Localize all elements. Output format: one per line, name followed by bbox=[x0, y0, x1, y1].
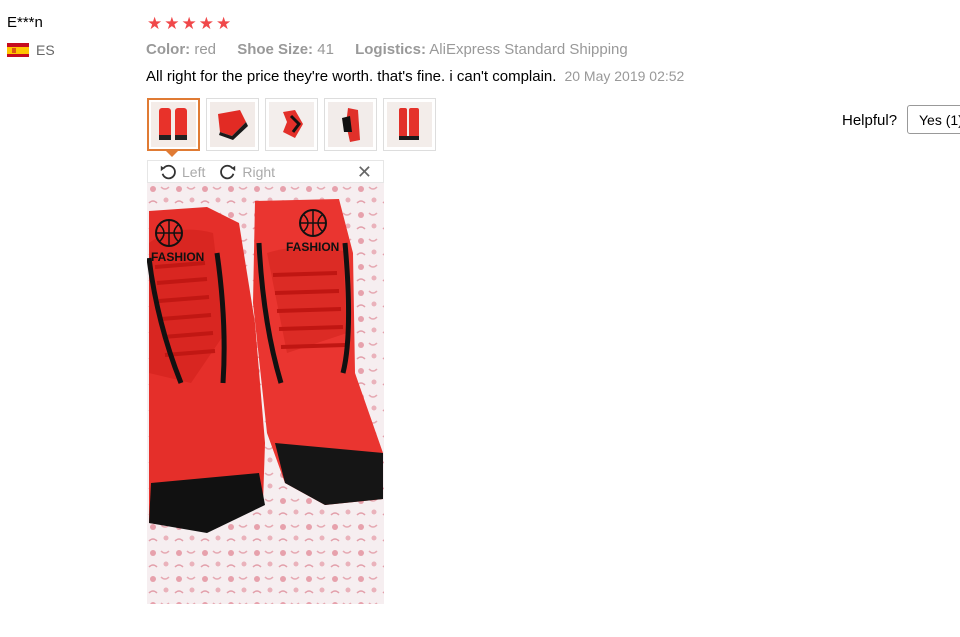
country-code: ES bbox=[36, 42, 55, 58]
attr-shoe-size: Shoe Size: 41 bbox=[237, 41, 334, 58]
logo-text-right: FASHION bbox=[286, 240, 339, 254]
star-rating: ★ ★ ★ ★ ★ bbox=[147, 15, 231, 32]
helpful-yes-button[interactable]: Yes (1) bbox=[907, 105, 960, 134]
close-icon[interactable]: ✕ bbox=[357, 162, 372, 183]
image-viewer-toolbar: Left Right ✕ bbox=[147, 160, 384, 183]
rotate-right-label: Right bbox=[242, 163, 276, 180]
rotate-right-icon bbox=[220, 164, 236, 179]
star-icon: ★ bbox=[147, 14, 163, 33]
logo-text-left: FASHION bbox=[151, 250, 204, 264]
feedback-text: All right for the price they're worth. t… bbox=[146, 68, 557, 85]
feedback-date: 20 May 2019 02:52 bbox=[564, 68, 685, 84]
rotate-left-label: Left bbox=[182, 163, 206, 180]
star-icon: ★ bbox=[198, 14, 214, 33]
rotate-right-button[interactable]: Right bbox=[219, 163, 275, 181]
photo-thumbnail[interactable] bbox=[206, 98, 259, 151]
photo-thumbnails bbox=[147, 98, 436, 151]
star-icon: ★ bbox=[181, 14, 197, 33]
photo-thumbnail[interactable] bbox=[147, 98, 200, 151]
review-photo: FASHION FASHION bbox=[147, 183, 384, 604]
photo-thumbnail[interactable] bbox=[383, 98, 436, 151]
selected-thumbnail-caret bbox=[166, 151, 178, 157]
rotate-left-icon bbox=[160, 164, 176, 179]
attr-color: Color: red bbox=[146, 41, 217, 58]
review-text: All right for the price they're worth. t… bbox=[146, 68, 684, 85]
order-attributes: Color: red Shoe Size: 41 Logistics: AliE… bbox=[146, 41, 645, 58]
photo-thumbnail[interactable] bbox=[324, 98, 377, 151]
spain-flag-icon bbox=[7, 43, 29, 57]
reviewer-name: E***n bbox=[7, 14, 43, 31]
star-icon: ★ bbox=[216, 14, 232, 33]
reviewer-country: ES bbox=[7, 42, 55, 58]
attr-logistics: Logistics: AliExpress Standard Shipping bbox=[355, 41, 628, 58]
rotate-left-button[interactable]: Left bbox=[159, 163, 205, 181]
star-icon: ★ bbox=[164, 14, 180, 33]
helpful-label: Helpful? bbox=[842, 112, 898, 129]
photo-thumbnail[interactable] bbox=[265, 98, 318, 151]
